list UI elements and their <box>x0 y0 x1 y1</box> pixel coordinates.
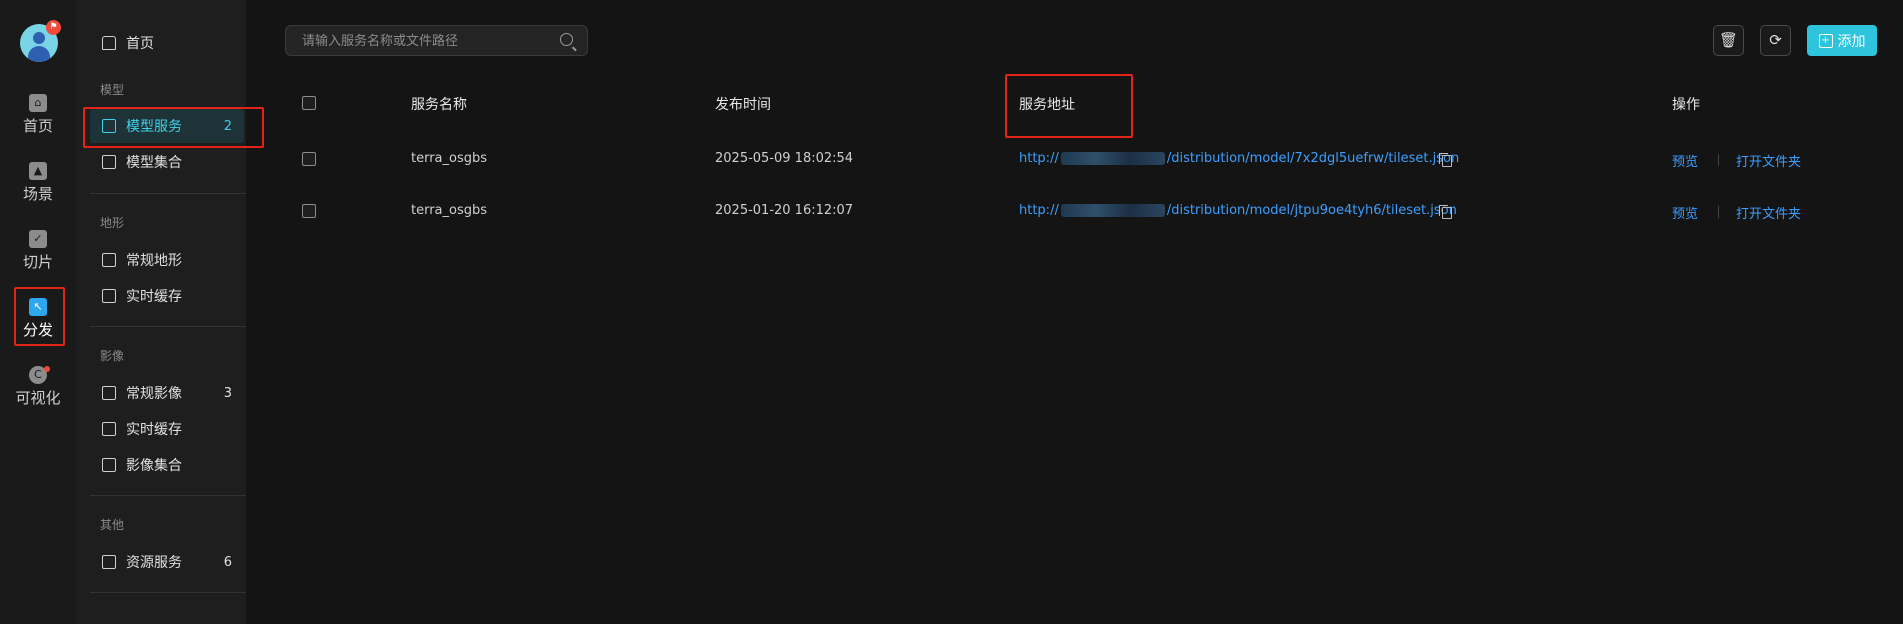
trash-icon: 🗑 <box>1718 31 1739 49</box>
menu-item-imagery-cache[interactable]: 实时缓存 <box>90 412 244 446</box>
resource-icon <box>102 555 116 569</box>
open-folder-link[interactable]: 打开文件夹 <box>1736 203 1801 222</box>
menu-item-label: 常规影像 <box>126 386 182 402</box>
redacted-host <box>1060 204 1165 217</box>
url-prefix: http:// <box>1019 151 1059 166</box>
divider <box>90 193 246 194</box>
collection-icon <box>102 155 116 169</box>
home-icon <box>102 36 116 50</box>
section-title-model: 模型 <box>100 83 125 97</box>
action-divider <box>1718 154 1719 166</box>
menu-item-label: 模型集合 <box>126 155 182 171</box>
section-title-other: 其他 <box>100 518 125 532</box>
menu-item-label: 实时缓存 <box>126 422 182 438</box>
imagery-icon <box>102 386 116 400</box>
add-button-label: 添加 <box>1837 33 1866 50</box>
home-icon: ⌂ <box>29 94 47 112</box>
row-checkbox[interactable] <box>302 152 316 166</box>
menu-item-label: 资源服务 <box>126 555 182 571</box>
scene-icon: ▲ <box>29 162 47 180</box>
refresh-button[interactable]: ⟳ <box>1760 25 1791 56</box>
avatar-head <box>33 32 45 44</box>
rail-item-scene[interactable]: ▲ 场景 <box>0 162 76 204</box>
menu-item-label: 首页 <box>126 36 154 52</box>
section-title-imagery: 影像 <box>100 349 125 363</box>
cache-icon <box>102 422 116 436</box>
copy-icon[interactable] <box>1439 205 1452 219</box>
open-folder-link[interactable]: 打开文件夹 <box>1736 151 1801 170</box>
menu-item-label: 常规地形 <box>126 253 182 269</box>
url-prefix: http:// <box>1019 203 1059 218</box>
divider <box>90 326 246 327</box>
search-box <box>285 25 588 57</box>
section-title-terrain: 地形 <box>100 216 125 230</box>
menu-item-label: 影像集合 <box>126 458 182 474</box>
nav-rail: ⚑ ⌂ 首页 ▲ 场景 ✓ 切片 ↖ 分发 C 可视化 <box>0 0 76 624</box>
rail-item-home[interactable]: ⌂ 首页 <box>0 94 76 136</box>
preview-link[interactable]: 预览 <box>1672 151 1698 170</box>
add-button[interactable]: + 添加 <box>1807 25 1877 56</box>
service-url-link[interactable]: http:// /distribution/model/jtpu9oe4tyh6/… <box>1019 203 1457 218</box>
url-suffix: /distribution/model/7x2dgl5uefrw/tileset… <box>1166 151 1460 166</box>
copy-icon[interactable] <box>1439 153 1452 167</box>
publish-time-cell: 2025-01-20 16:12:07 <box>715 203 854 218</box>
cache-icon <box>102 289 116 303</box>
menu-item-imagery[interactable]: 常规影像 3 <box>90 376 244 410</box>
rail-item-tile[interactable]: ✓ 切片 <box>0 230 76 272</box>
preview-link[interactable]: 预览 <box>1672 203 1698 222</box>
publish-time-cell: 2025-05-09 18:02:54 <box>715 151 854 166</box>
menu-item-terrain-cache[interactable]: 实时缓存 <box>90 279 244 313</box>
highlight-box-url-header <box>1005 74 1133 138</box>
service-url-link[interactable]: http:// /distribution/model/7x2dgl5uefrw/… <box>1019 151 1459 166</box>
menu-item-imagery-collection[interactable]: 影像集合 <box>90 448 244 482</box>
select-all-checkbox[interactable] <box>302 96 316 110</box>
rail-label: 首页 <box>22 117 53 135</box>
column-header-ops: 操作 <box>1672 97 1700 113</box>
menu-item-terrain[interactable]: 常规地形 <box>90 243 244 277</box>
search-input[interactable] <box>300 26 554 57</box>
plus-icon: + <box>1818 33 1833 48</box>
terrain-icon <box>102 253 116 267</box>
service-name-cell: terra_osgbs <box>411 203 488 218</box>
avatar-body <box>28 46 50 62</box>
count-badge: 6 <box>223 554 232 570</box>
url-suffix: /distribution/model/jtpu9oe4tyh6/tileset… <box>1166 203 1457 218</box>
search-icon[interactable] <box>560 33 573 46</box>
highlight-box-menu <box>83 107 264 148</box>
tile-icon: ✓ <box>29 230 47 248</box>
delete-button[interactable]: 🗑 <box>1713 25 1744 56</box>
column-header-time: 发布时间 <box>715 97 771 113</box>
action-divider <box>1718 206 1719 218</box>
menu-item-label: 实时缓存 <box>126 289 182 305</box>
side-menu: 首页 模型 模型服务 2 模型集合 地形 常规地形 实时缓存 影像 常规影像 3… <box>76 0 264 624</box>
divider <box>90 495 246 496</box>
new-dot-icon <box>44 366 50 372</box>
service-name-cell: terra_osgbs <box>411 151 488 166</box>
menu-item-resource-service[interactable]: 资源服务 6 <box>90 545 244 579</box>
column-header-name: 服务名称 <box>411 97 467 113</box>
rail-item-visualize[interactable]: C 可视化 <box>0 366 76 408</box>
menu-item-home[interactable]: 首页 <box>90 26 244 60</box>
count-badge: 3 <box>223 385 232 401</box>
menu-item-model-collection[interactable]: 模型集合 <box>90 145 244 179</box>
highlight-box-rail <box>14 287 65 346</box>
refresh-icon: ⟳ <box>1769 31 1782 49</box>
redacted-host <box>1060 152 1165 165</box>
row-checkbox[interactable] <box>302 204 316 218</box>
rail-label: 可视化 <box>15 389 61 407</box>
notification-badge-icon[interactable]: ⚑ <box>46 20 61 35</box>
divider <box>90 592 246 593</box>
rail-label: 切片 <box>22 253 53 271</box>
collection-icon <box>102 458 116 472</box>
rail-label: 场景 <box>22 185 53 203</box>
